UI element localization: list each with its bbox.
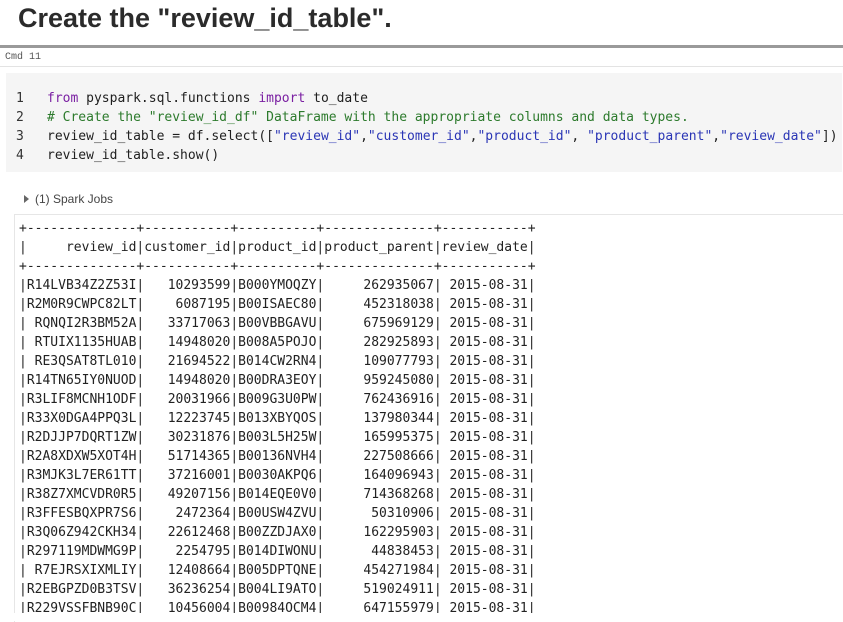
cell-divider <box>0 66 843 67</box>
spark-jobs-toggle[interactable]: (1) Spark Jobs <box>24 192 113 206</box>
table-row: |R14TN65IY0NUOD| 14948020|B00DRA3EOY| 95… <box>19 373 536 388</box>
table-row: |R3MJK3L7ER61TT| 37216001|B0030AKPQ6| 16… <box>19 468 536 483</box>
table-row: |R297119MDWMG9P| 2254795|B014DIWONU| 448… <box>19 544 536 559</box>
code-text: review_id_table.show() <box>47 148 220 163</box>
table-row: |R33X0DGA4PPQ3L| 12223745|B013XBYQOS| 13… <box>19 411 536 426</box>
table-header: | review_id|customer_id|product_id|produ… <box>19 240 536 255</box>
cell-output: +--------------+-----------+----------+-… <box>14 214 843 622</box>
table-row: | RE3QSAT8TL010| 21694522|B014CW2RN4| 10… <box>19 354 536 369</box>
table-separator: +--------------+-----------+----------+-… <box>19 259 536 274</box>
table-row: |R3Q06Z942CKH34| 22612468|B00ZZDJAX0| 16… <box>19 525 536 540</box>
code-text: # Create the "review_id_df" DataFrame wi… <box>47 110 689 125</box>
table-row: |R2M0R9CWPC82LT| 6087195|B00ISAEC80| 452… <box>19 297 536 312</box>
table-row: |R2EBGPZD0B3TSV| 36236254|B004LI9ATO| 51… <box>19 582 536 597</box>
table-separator: +--------------+-----------+----------+-… <box>19 221 536 236</box>
heading-divider <box>0 45 843 48</box>
table-row: | RQNQI2R3BM52A| 33717063|B00VBBGAVU| 67… <box>19 316 536 331</box>
line-number: 4 <box>16 148 24 163</box>
line-number: 3 <box>16 129 24 144</box>
table-row: |R14LVB34Z2Z53I| 10293599|B000YMOQZY| 26… <box>19 278 536 293</box>
line-number: 2 <box>16 110 24 125</box>
table-row: |R3FFESBQXPR7S6| 2472364|B00USW4ZVU| 503… <box>19 506 536 521</box>
spark-jobs-label: (1) Spark Jobs <box>35 192 114 206</box>
section-heading: Create the "review_id_table". <box>18 3 392 33</box>
table-row: |R3LIF8MCNH1ODF| 20031966|B009G3U0PW| 76… <box>19 392 536 407</box>
code-text: from pyspark.sql.functions import to_dat… <box>47 91 368 106</box>
output-clip <box>14 613 843 621</box>
table-row: |R2DJJP7DQRT1ZW| 30231876|B003L5H25W| 16… <box>19 430 536 445</box>
expand-caret-icon <box>24 195 29 203</box>
table-row: |R2A8XDXW5XOT4H| 51714365|B00136NVH4| 22… <box>19 449 536 464</box>
table-row: | R7EJRSXIXMLIY| 12408664|B005DPTQNE| 45… <box>19 563 536 578</box>
code-text: review_id_table = df.select(["review_id"… <box>47 129 838 144</box>
code-editor[interactable]: 1 from pyspark.sql.functions import to_da… <box>6 73 842 172</box>
table-row: |R38Z7XMCVDR0R5| 49207156|B014EQE0V0| 71… <box>19 487 536 502</box>
cell-command-label: Cmd 11 <box>5 52 42 63</box>
table-row: | RTUIX1135HUAB| 14948020|B008A5POJO| 28… <box>19 335 536 350</box>
line-number: 1 <box>16 91 24 106</box>
